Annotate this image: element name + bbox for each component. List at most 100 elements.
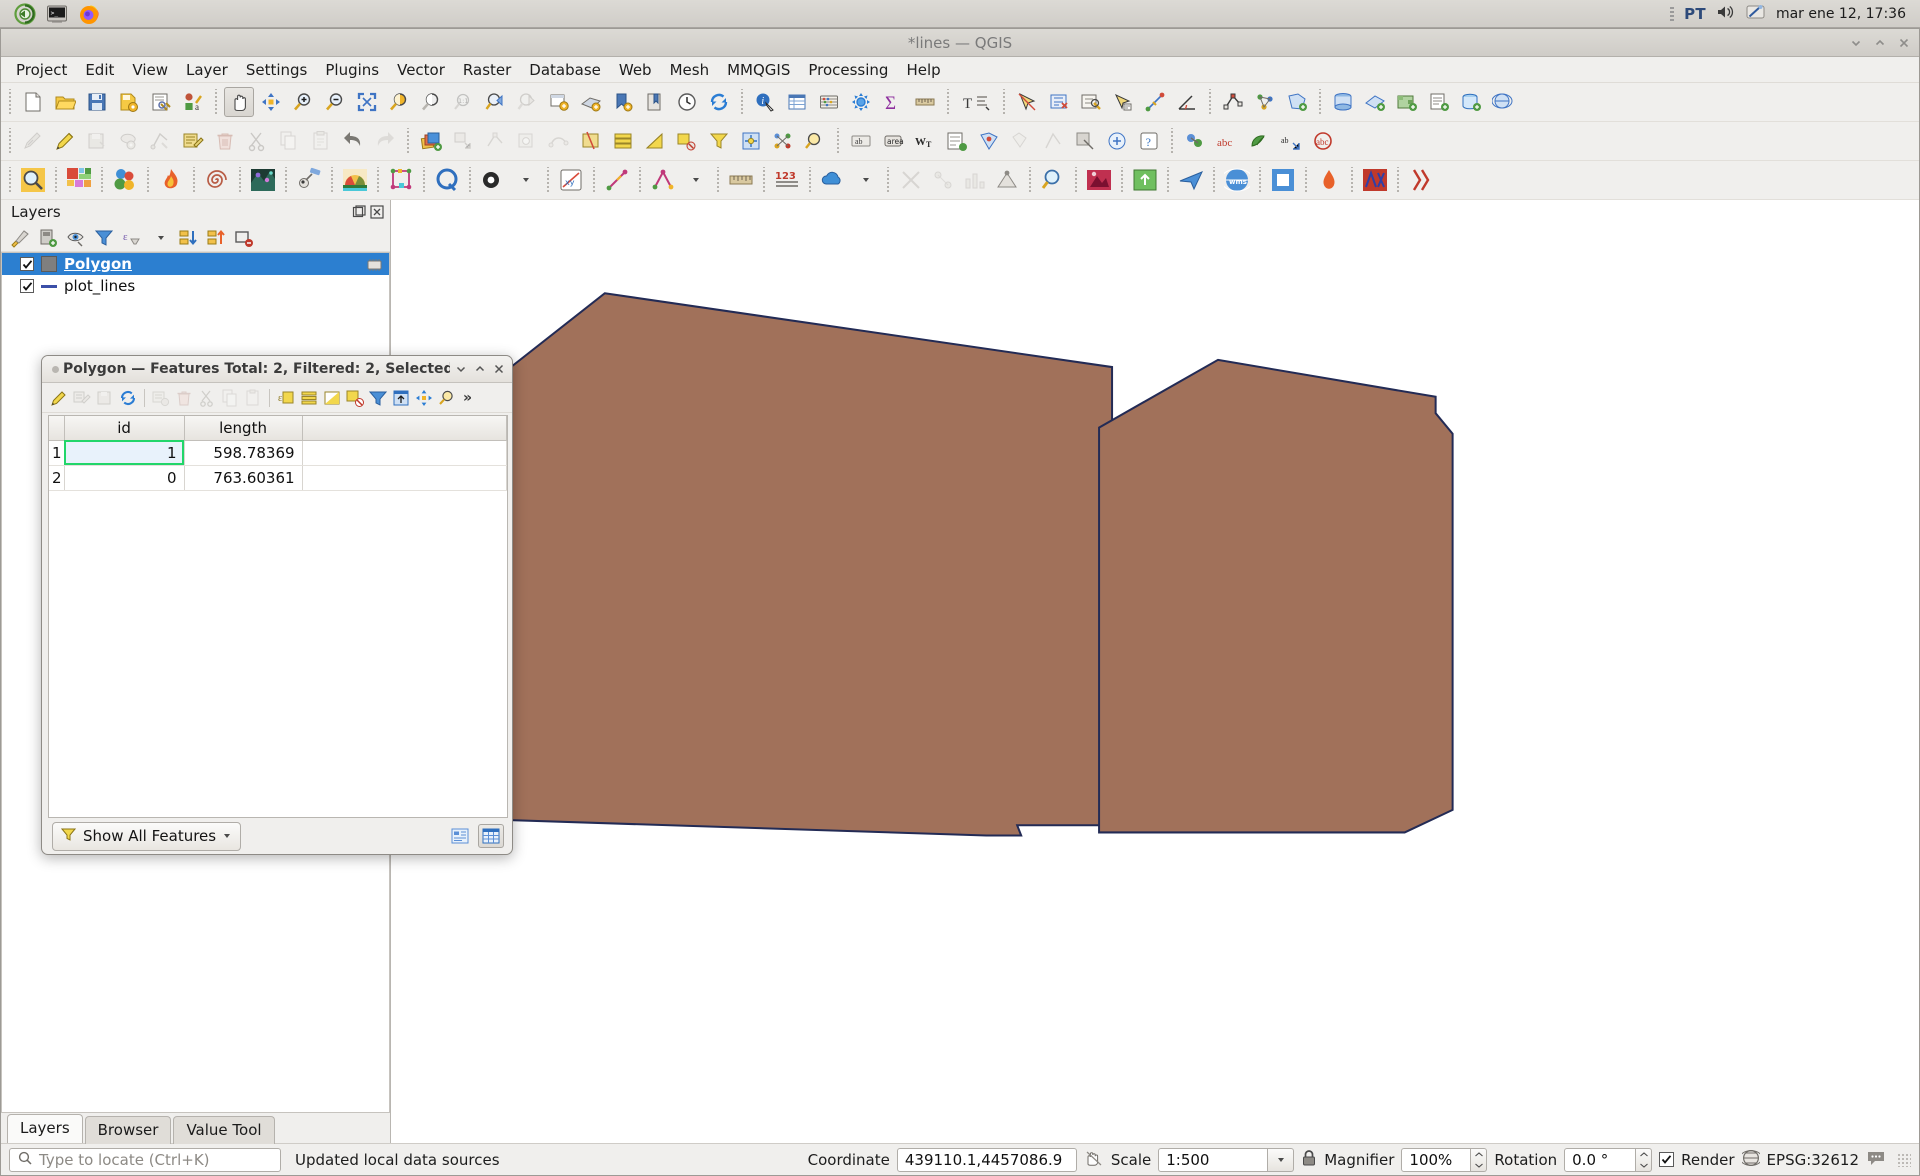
- tab-value-tool[interactable]: Value Tool: [173, 1116, 275, 1144]
- tab-browser[interactable]: Browser: [84, 1116, 172, 1144]
- red-pattern-plugin-icon[interactable]: [1406, 165, 1436, 195]
- menu-settings[interactable]: Settings: [237, 58, 317, 82]
- undock-icon[interactable]: [352, 205, 366, 219]
- topology-plugin-icon[interactable]: [992, 165, 1022, 195]
- digitizing-settings-icon[interactable]: [114, 126, 144, 156]
- undo-icon[interactable]: [338, 126, 368, 156]
- remove-layer-icon[interactable]: [231, 226, 257, 250]
- map-canvas[interactable]: [391, 200, 1919, 1143]
- coordinate-field[interactable]: 439110.1,4457086.9: [896, 1147, 1077, 1172]
- pan-to-selection-icon[interactable]: [413, 387, 435, 409]
- numeric-123-icon[interactable]: 123: [772, 165, 802, 195]
- filter-dropdown-icon[interactable]: [147, 226, 173, 250]
- circle-dropdown-icon[interactable]: [510, 165, 540, 195]
- rotate-label-icon[interactable]: [1070, 126, 1100, 156]
- layer-item-plot-lines[interactable]: plot_lines: [2, 275, 389, 297]
- xy-plugin-icon[interactable]: xy: [556, 165, 586, 195]
- stepper-down-icon[interactable]: [1471, 1160, 1486, 1171]
- current-edits-icon[interactable]: [18, 126, 48, 156]
- label-red-icon[interactable]: abc: [1308, 126, 1338, 156]
- open-project-icon[interactable]: [50, 87, 80, 117]
- qgis-plugin-icon[interactable]: [110, 165, 140, 195]
- close-button[interactable]: [1897, 36, 1911, 50]
- collapse-all-icon[interactable]: [203, 226, 229, 250]
- plugin-blue-icon[interactable]: [1180, 126, 1210, 156]
- menu-layer[interactable]: Layer: [177, 58, 237, 82]
- filter-legend-icon[interactable]: [91, 226, 117, 250]
- filter-features-icon[interactable]: [704, 126, 734, 156]
- copy-features-icon[interactable]: [274, 126, 304, 156]
- add-part-icon[interactable]: [768, 126, 798, 156]
- menu-web[interactable]: Web: [610, 58, 661, 82]
- dialog-collapse-icon[interactable]: [453, 361, 469, 377]
- select-by-expression-icon[interactable]: [1076, 87, 1106, 117]
- cell-length[interactable]: 763.60361: [184, 465, 303, 491]
- menu-edit[interactable]: Edit: [76, 58, 123, 82]
- firefox-launcher-icon[interactable]: [78, 3, 100, 25]
- dialog-shade-icon[interactable]: [472, 361, 488, 377]
- star-plugin-icon[interactable]: [648, 165, 678, 195]
- show-all-features-button[interactable]: Show All Features: [52, 821, 242, 851]
- rotation-value[interactable]: 0.0 °: [1564, 1147, 1637, 1172]
- dialog-menu-icon[interactable]: [52, 365, 59, 373]
- digitize-icon[interactable]: [1140, 87, 1170, 117]
- expand-all-icon[interactable]: [175, 226, 201, 250]
- layer-visibility-checkbox[interactable]: [20, 257, 34, 271]
- magnifier-plugin-icon[interactable]: [18, 165, 48, 195]
- node-tool-icon[interactable]: [1250, 87, 1280, 117]
- copy-features-icon[interactable]: [219, 387, 241, 409]
- pan-map-icon[interactable]: [224, 87, 254, 117]
- add-polygon-feature-icon[interactable]: [146, 126, 176, 156]
- filter-legend-expression-icon[interactable]: ε: [119, 226, 145, 250]
- table-view-icon[interactable]: [478, 824, 504, 848]
- zoom-full-icon[interactable]: [352, 87, 382, 117]
- add-wms-layer-icon[interactable]: [1488, 87, 1518, 117]
- simplify-feature-icon[interactable]: [672, 126, 702, 156]
- cloud-plugin-icon[interactable]: [818, 165, 848, 195]
- rotation-spinbox[interactable]: 0.0 °: [1564, 1147, 1653, 1172]
- scale-value[interactable]: 1:500: [1158, 1147, 1269, 1172]
- locator-bar[interactable]: Type to locate (Ctrl+K): [9, 1147, 281, 1172]
- new-bookmark-icon[interactable]: [608, 87, 638, 117]
- map-polygon-left[interactable]: [509, 292, 1114, 837]
- menu-mmqgis[interactable]: MMQGIS: [718, 58, 799, 82]
- help-icon[interactable]: ?: [1134, 126, 1164, 156]
- stats-plugin-icon[interactable]: [960, 165, 990, 195]
- save-project-icon[interactable]: [82, 87, 112, 117]
- stepper-down-icon[interactable]: [1636, 1160, 1651, 1171]
- add-feature-icon[interactable]: [1282, 87, 1312, 117]
- select-features-icon[interactable]: [1012, 87, 1042, 117]
- network-icon[interactable]: [1746, 4, 1766, 24]
- speaker-icon[interactable]: [1716, 4, 1736, 24]
- label-toolbar-icon[interactable]: ab: [846, 126, 876, 156]
- wkt-tool-icon[interactable]: WT: [910, 126, 940, 156]
- layer-visibility-checkbox[interactable]: [20, 279, 34, 293]
- magnifier-spinbox[interactable]: 100%: [1401, 1147, 1488, 1172]
- star-dropdown-icon[interactable]: [680, 165, 710, 195]
- add-vector-layer-icon[interactable]: [1360, 87, 1390, 117]
- menu-database[interactable]: Database: [520, 58, 610, 82]
- globe-icon[interactable]: [1739, 1149, 1762, 1171]
- system-clock[interactable]: mar ene 12, 17:36: [1776, 6, 1906, 22]
- deselect-icon[interactable]: [1044, 87, 1074, 117]
- zoom-to-selection-icon[interactable]: [436, 387, 458, 409]
- offset-curve-icon[interactable]: [800, 126, 830, 156]
- new-project-icon[interactable]: [18, 87, 48, 117]
- magnifier-stepper[interactable]: [1471, 1147, 1488, 1172]
- grid-plugin-icon[interactable]: [896, 165, 926, 195]
- select-plugin-icon[interactable]: [928, 165, 958, 195]
- new-3d-view-icon[interactable]: [576, 87, 606, 117]
- mesh-plugin-icon[interactable]: [248, 165, 278, 195]
- scale-combobox[interactable]: 1:500: [1158, 1147, 1295, 1172]
- stepper-up-icon[interactable]: [1636, 1149, 1651, 1160]
- form-view-icon[interactable]: [447, 824, 473, 848]
- menu-processing[interactable]: Processing: [799, 58, 897, 82]
- column-header-id[interactable]: id: [64, 416, 185, 441]
- label-abc-icon[interactable]: abc: [1212, 126, 1242, 156]
- toolbar-handle[interactable]: [6, 167, 14, 193]
- merge-features-icon[interactable]: [608, 126, 638, 156]
- cell-length[interactable]: 598.78369: [184, 440, 303, 466]
- table-row[interactable]: 2 0 763.60361: [49, 465, 507, 491]
- menu-plugins[interactable]: Plugins: [316, 58, 388, 82]
- circle-plugin-icon[interactable]: [478, 165, 508, 195]
